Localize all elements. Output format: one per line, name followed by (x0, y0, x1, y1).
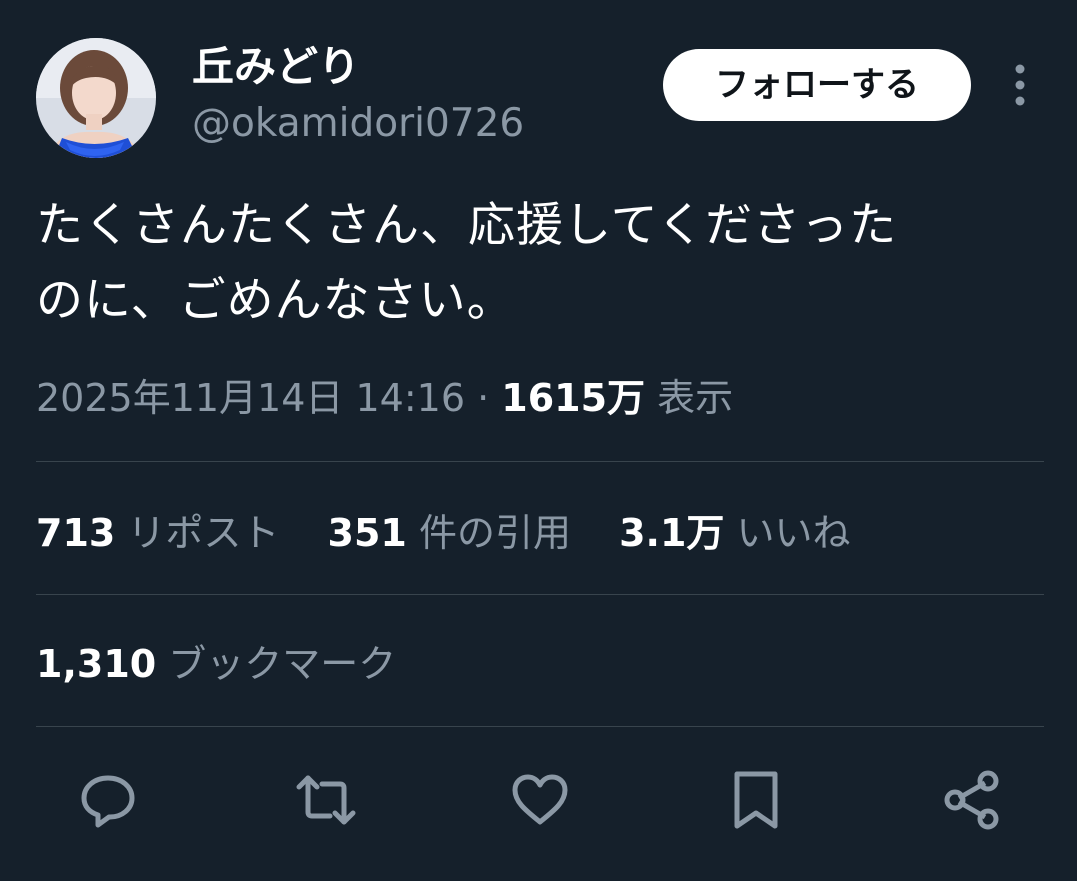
bookmarks-label: ブックマーク (168, 642, 397, 686)
meta-separator: · (477, 376, 490, 420)
avatar-image (36, 38, 156, 158)
tweet-text: たくさんたくさん、応援してくださった のに、ごめんなさい。 (36, 188, 1041, 338)
engagement-stats: 713 リポスト 351 件の引用 3.1万 いいね (36, 505, 887, 561)
reply-icon (81, 775, 135, 828)
quotes-count: 351 (327, 511, 407, 555)
bookmarks-count: 1,310 (36, 642, 157, 686)
divider (36, 594, 1044, 595)
divider (36, 726, 1044, 727)
divider (36, 461, 1044, 462)
reposts-label: リポスト (127, 511, 280, 555)
user-handle[interactable]: @okamidori0726 (192, 99, 524, 149)
quotes-label: 件の引用 (418, 511, 571, 555)
quotes-stat[interactable]: 351 件の引用 (328, 505, 571, 561)
views-label: 表示 (657, 376, 734, 420)
likes-label: いいね (736, 511, 851, 555)
tweet-text-line: たくさんたくさん、応援してくださった (36, 198, 898, 253)
reposts-count: 713 (36, 511, 116, 555)
share-button[interactable] (940, 768, 1004, 832)
display-name[interactable]: 丘みどり (192, 40, 360, 94)
follow-button[interactable]: フォローする (663, 49, 971, 121)
bookmark-button[interactable] (724, 768, 788, 832)
avatar[interactable] (36, 38, 156, 158)
reply-button[interactable] (76, 768, 140, 832)
bookmarks-stat[interactable]: 1,310 ブックマーク (36, 636, 432, 692)
likes-count: 3.1万 (619, 511, 725, 555)
views-count: 1615万 (501, 376, 646, 420)
reposts-stat[interactable]: 713 リポスト (36, 505, 279, 561)
more-options-button[interactable] (1000, 60, 1040, 112)
bookmark-icon (734, 771, 778, 829)
share-icon (944, 770, 999, 830)
tweet-text-line: のに、ごめんなさい。 (36, 273, 515, 328)
likes-stat[interactable]: 3.1万 いいね (619, 505, 850, 561)
heart-icon (512, 774, 568, 825)
repost-icon (296, 775, 356, 825)
repost-button[interactable] (294, 768, 358, 832)
tweet-meta: 2025年11月14日 14:16 · 1615万 表示 (36, 370, 733, 426)
tweet-timestamp[interactable]: 2025年11月14日 14:16 (36, 376, 465, 420)
like-button[interactable] (508, 768, 572, 832)
more-vertical-icon (1015, 64, 1025, 106)
